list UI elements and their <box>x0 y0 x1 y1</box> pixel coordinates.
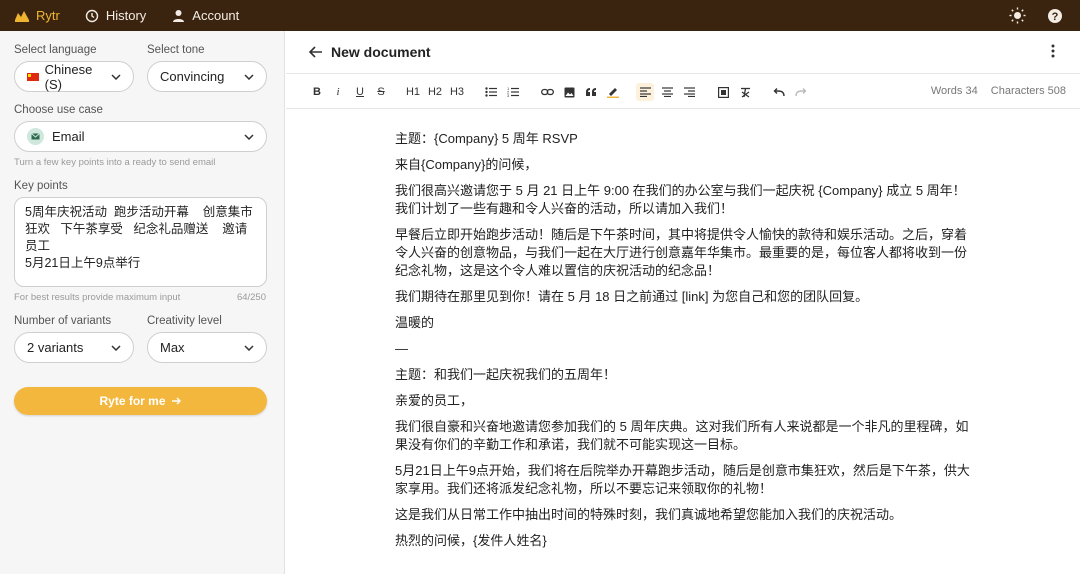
paragraph: 来自{Company}的问候， <box>395 157 538 172</box>
word-count: Words 34 <box>930 85 978 97</box>
link-icon[interactable] <box>538 83 556 101</box>
paragraph: 早餐后立即开始跑步活动！随后是下午茶时间，其中将提供令人愉快的款待和娱乐活动。之… <box>395 227 968 278</box>
document-content[interactable]: 主题：{Company} 5 周年 RSVP 来自{Company}的问候， 我… <box>395 130 975 558</box>
tone-select[interactable]: Convincing <box>147 61 267 92</box>
align-left-icon[interactable] <box>636 83 654 101</box>
align-center-icon[interactable] <box>658 83 676 101</box>
more-options-icon[interactable] <box>1046 43 1060 59</box>
numbered-list-icon[interactable]: 123 <box>504 83 522 101</box>
bold-button[interactable]: B <box>308 83 326 101</box>
creativity-label: Creativity level <box>147 315 222 327</box>
paragraph: 温暖的 <box>395 315 435 330</box>
highlight-pen-icon[interactable] <box>604 83 622 101</box>
tone-value: Convincing <box>160 69 225 84</box>
chevron-down-icon <box>244 73 254 80</box>
use-case-select[interactable]: Email <box>14 121 267 152</box>
brand-name: Rytr <box>36 8 60 23</box>
clear-format-icon[interactable] <box>736 83 754 101</box>
divider-text: — <box>395 341 408 356</box>
use-case-value: Email <box>52 129 85 144</box>
help-icon[interactable]: ? <box>1046 7 1064 25</box>
user-icon <box>170 8 186 24</box>
paragraph: 亲爱的员工， <box>395 393 474 408</box>
bullet-list-icon[interactable] <box>482 83 500 101</box>
chevron-down-icon <box>111 344 121 351</box>
use-case-label: Choose use case <box>14 104 103 116</box>
nav-account-label: Account <box>192 8 240 23</box>
language-select[interactable]: Chinese (S) <box>14 61 134 92</box>
history-icon <box>84 8 100 24</box>
chevron-down-icon <box>244 133 254 140</box>
back-arrow-icon[interactable] <box>308 44 324 60</box>
image-icon[interactable] <box>560 83 578 101</box>
variants-select[interactable]: 2 variants <box>14 332 134 363</box>
theme-toggle-sun-icon[interactable] <box>1008 7 1026 25</box>
paragraph: 我们很自豪和兴奋地邀请您参加我们的 5 周年庆典。这对我们所有人来说都是一个非凡… <box>395 419 969 452</box>
key-points-label: Key points <box>14 180 68 192</box>
key-points-hint: For best results provide maximum input <box>14 292 181 303</box>
underline-button[interactable]: U <box>351 83 369 101</box>
quote-icon[interactable] <box>582 83 600 101</box>
use-case-hint: Turn a few key points into a ready to se… <box>14 157 216 168</box>
china-flag-icon <box>27 72 39 81</box>
undo-icon[interactable] <box>770 83 788 101</box>
nav-history-label: History <box>105 8 147 23</box>
paragraph: 我们很高兴邀请您于 5 月 21 日上午 9:00 在我们的办公室与我们一起庆祝… <box>395 183 966 216</box>
document-title[interactable]: New document <box>331 44 431 60</box>
italic-button[interactable]: i <box>329 83 347 101</box>
editor-toolbar: B i U S H1 H2 H3 123 Words 34 Characters… <box>286 73 1080 109</box>
rytr-logo-icon <box>14 8 30 24</box>
creativity-value: Max <box>160 340 185 355</box>
chevron-down-icon <box>244 344 254 351</box>
creativity-select[interactable]: Max <box>147 332 267 363</box>
nav-history[interactable]: History <box>72 0 158 31</box>
nav-account[interactable]: Account <box>158 0 251 31</box>
language-label: Select language <box>14 44 97 56</box>
embed-block-icon[interactable] <box>714 83 732 101</box>
paragraph: 这是我们从日常工作中抽出时间的特殊时刻，我们真诚地希望您能加入我们的庆祝活动。 <box>395 507 903 522</box>
heading1-button[interactable]: H1 <box>404 83 422 101</box>
character-count: Characters 508 <box>990 85 1066 97</box>
heading2-button[interactable]: H2 <box>426 83 444 101</box>
email-icon <box>27 128 44 145</box>
top-nav: Rytr History Account <box>0 0 251 31</box>
align-right-icon[interactable] <box>680 83 698 101</box>
svg-text:3: 3 <box>507 93 510 97</box>
variants-label: Number of variants <box>14 315 112 327</box>
document-header: New document <box>286 31 1080 73</box>
brand-link[interactable]: Rytr <box>0 0 72 31</box>
key-points-input[interactable]: 5周年庆祝活动 跑步活动开幕 创意集市狂欢 下午茶享受 纪念礼品赠送 邀请员工 … <box>14 197 267 287</box>
ryte-button-label: Ryte for me <box>99 394 166 408</box>
editor-panel: New document B i U S H1 H2 H3 123 Words … <box>286 31 1080 574</box>
paragraph: 5月21日上午9点开始，我们将在后院举办开幕跑步活动，随后是创意市集狂欢，然后是… <box>395 463 970 496</box>
top-right-actions: ? <box>1008 7 1080 25</box>
heading3-button[interactable]: H3 <box>448 83 466 101</box>
variants-value: 2 variants <box>27 340 84 355</box>
chevron-down-icon <box>111 73 121 80</box>
strikethrough-button[interactable]: S <box>372 83 390 101</box>
svg-text:?: ? <box>1052 11 1059 23</box>
arrow-right-icon <box>171 394 182 408</box>
language-value: Chinese (S) <box>44 61 93 92</box>
redo-icon[interactable] <box>792 83 810 101</box>
paragraph: 主题：和我们一起庆祝我们的五周年！ <box>395 367 617 382</box>
document-stats: Words 34 Characters 508 <box>931 85 1066 97</box>
key-points-counter: 64/250 <box>236 292 266 303</box>
ryte-for-me-button[interactable]: Ryte for me <box>14 387 267 415</box>
paragraph: 我们期待在那里见到你！请在 5 月 18 日之前通过 [link] 为您自己和您… <box>395 289 869 304</box>
paragraph: 热烈的问候，{发件人姓名} <box>395 533 547 548</box>
top-bar: Rytr History Account ? <box>0 0 1080 31</box>
tone-label: Select tone <box>147 44 205 56</box>
paragraph: 主题：{Company} 5 周年 RSVP <box>395 131 578 146</box>
sidebar: Select language Chinese (S) Select tone … <box>0 31 285 574</box>
